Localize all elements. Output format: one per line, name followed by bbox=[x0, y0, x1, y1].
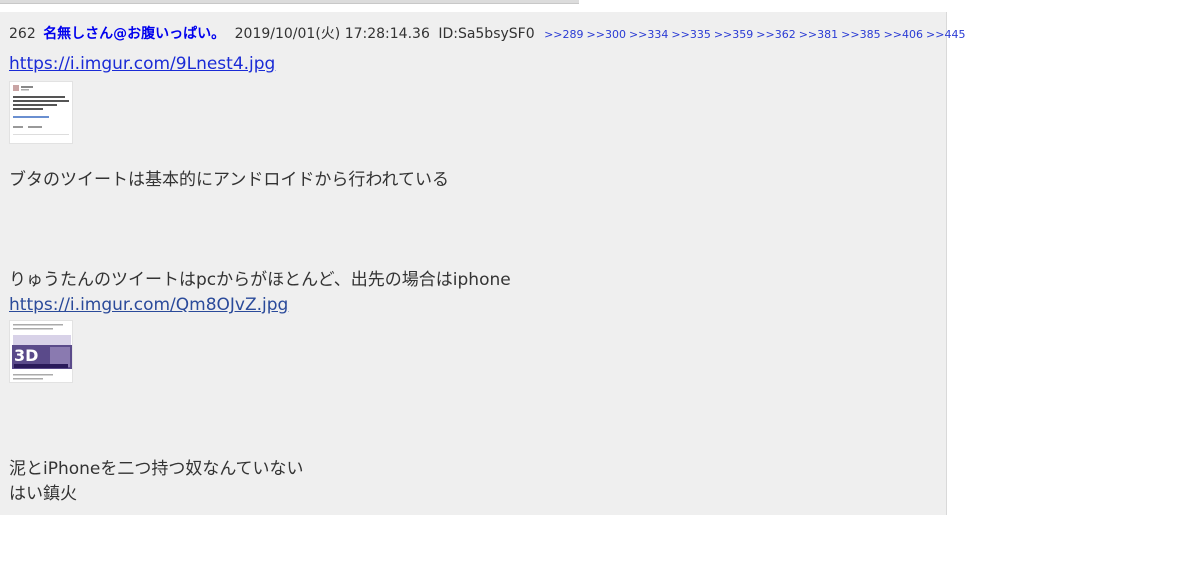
reply-anchors: >>289 >>300 >>334 >>335 >>359 >>362 >>381 >>385… bbox=[541, 26, 965, 42]
svg-text:3D: 3D bbox=[14, 346, 38, 365]
post-header: 262 名無しさん@お腹いっぱい。 2019/10/01(火) 17:28:14… bbox=[9, 23, 965, 43]
post-text-line: はい鎮火 bbox=[9, 484, 77, 504]
image-link-1[interactable]: https://i.imgur.com/9Lnest4.jpg bbox=[9, 52, 275, 76]
tweet-screenshot-thumbnail-icon[interactable] bbox=[9, 81, 73, 144]
reply-anchor[interactable]: >>445 bbox=[926, 28, 965, 41]
post-262: 262 名無しさん@お腹いっぱい。 2019/10/01(火) 17:28:14… bbox=[0, 12, 965, 515]
post-text-line: 泥とiPhoneを二つ持つ奴なんていない bbox=[9, 459, 304, 479]
reply-anchor[interactable]: >>289 bbox=[544, 28, 583, 41]
poster-name[interactable]: 名無しさん@お腹いっぱい。 bbox=[43, 26, 225, 42]
reply-anchor[interactable]: >>300 bbox=[587, 28, 626, 41]
post-date: 2019/10/01(火) 17:28:14.36 bbox=[234, 26, 430, 42]
reply-anchor[interactable]: >>406 bbox=[884, 28, 923, 41]
poster-id[interactable]: ID:Sa5bsySF0 bbox=[438, 26, 534, 42]
post-number: 262 bbox=[9, 26, 36, 42]
reply-anchor[interactable]: >>335 bbox=[671, 28, 710, 41]
image-link-2[interactable]: https://i.imgur.com/Qm8OJvZ.jpg bbox=[9, 293, 288, 317]
reply-anchor[interactable]: >>334 bbox=[629, 28, 668, 41]
tweet-image-3d-thumbnail-icon[interactable]: 3D bbox=[9, 320, 73, 383]
reply-anchor[interactable]: >>359 bbox=[714, 28, 753, 41]
reply-anchor[interactable]: >>362 bbox=[756, 28, 795, 41]
post-text-line: ブタのツイートは基本的にアンドロイドから行われている bbox=[9, 170, 449, 190]
top-divider bbox=[0, 0, 579, 4]
reply-anchor[interactable]: >>385 bbox=[841, 28, 880, 41]
reply-anchor[interactable]: >>381 bbox=[799, 28, 838, 41]
post-text-line: りゅうたんのツイートはpcからがほとんど、出先の場合はiphone bbox=[9, 270, 511, 290]
